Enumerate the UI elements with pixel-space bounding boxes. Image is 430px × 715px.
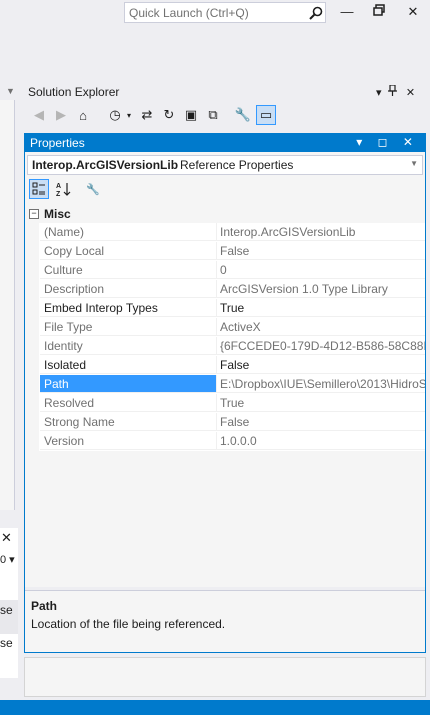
property-name: Identity [40,337,217,355]
minimize-button[interactable]: — [336,3,358,21]
property-grid-empty-area [25,453,425,587]
property-row[interactable]: Version 1.0.0.0 [25,432,425,451]
restore-button[interactable] [368,3,390,21]
chevron-down-icon[interactable]: ▾ [120,106,138,124]
property-row[interactable]: Strong Name False [25,413,425,432]
search-icon[interactable] [308,5,324,21]
svg-text:Z: Z [56,191,61,197]
close-window-button[interactable]: ✕ [402,3,424,21]
property-row[interactable]: Isolated False [25,356,425,375]
solution-explorer-header-buttons[interactable]: ▾ ✕ [376,84,415,99]
lower-docked-panel [24,657,426,697]
property-name: Resolved [40,394,217,412]
property-value[interactable]: True [217,394,425,412]
alphabetical-icon[interactable]: AZ [53,179,73,199]
property-value[interactable]: 0 [217,261,425,279]
property-value[interactable]: False [217,356,425,374]
property-name: Path [40,375,217,393]
properties-titlebar[interactable]: Properties ▾ ◻ ✕ [25,134,425,152]
properties-icon[interactable]: 🔧 [234,106,252,124]
properties-window: Properties ▾ ◻ ✕ Interop.ArcGISVersionLi… [24,133,426,653]
close-icon[interactable]: ✕ [406,87,415,99]
property-name: Copy Local [40,242,217,260]
property-value[interactable]: Interop.ArcGISVersionLib [217,223,425,241]
chevron-down-icon[interactable]: ▼ [410,159,418,168]
property-row[interactable]: Culture 0 [25,261,425,280]
forward-icon[interactable]: ▶ [52,106,70,124]
property-value[interactable]: False [217,413,425,431]
property-name: (Name) [40,223,217,241]
property-row[interactable]: (Name) Interop.ArcGISVersionLib [25,223,425,242]
show-all-files-icon[interactable]: ⧉ [204,106,222,124]
svg-text:A: A [56,183,61,190]
property-value[interactable]: 1.0.0.0 [217,432,425,450]
property-value[interactable]: E:\Dropbox\IUE\Semillero\2013\HidroS [217,375,425,393]
property-row-selected[interactable]: Path E:\Dropbox\IUE\Semillero\2013\HidroS [25,375,425,394]
object-name: Interop.ArcGISVersionLib [32,158,179,172]
properties-title-buttons[interactable]: ▾ ◻ ✕ [356,135,419,149]
property-row[interactable]: Copy Local False [25,242,425,261]
property-name: Strong Name [40,413,217,431]
left-panel-cell[interactable]: se [0,600,18,634]
restore-icon [373,4,385,16]
collapse-all-icon[interactable]: ▣ [182,106,200,124]
property-pages-icon[interactable]: 🔧 [83,179,103,199]
property-value[interactable]: ArcGISVersion 1.0 Type Library [217,280,425,298]
property-value[interactable]: ActiveX [217,318,425,336]
object-type: Reference Properties [180,158,294,172]
left-panel-dropdown[interactable]: 0 ▾ [0,553,15,566]
category-label: Misc [44,207,71,221]
left-panel-cell[interactable]: se [0,636,13,650]
property-name: Version [40,432,217,450]
description-pane: Path Location of the file being referenc… [25,590,425,652]
quick-launch-input[interactable] [129,3,299,22]
refresh-icon[interactable]: ↻ [160,106,178,124]
categorized-icon[interactable] [29,179,49,199]
property-value[interactable]: True [217,299,425,317]
property-name: Description [40,280,217,298]
description-title: Path [31,599,58,613]
property-row[interactable]: Resolved True [25,394,425,413]
property-grid: − Misc (Name) Interop.ArcGISVersionLib Co… [25,205,425,451]
properties-toolbar: AZ 🔧 [27,178,423,200]
property-name: Culture [40,261,217,279]
dropdown-icon[interactable]: ▾ [376,87,382,99]
preview-selected-icon[interactable]: ▭ [256,105,276,125]
object-selector[interactable]: Interop.ArcGISVersionLib Reference Prope… [27,155,423,175]
property-name: Embed Interop Types [40,299,217,317]
back-icon[interactable]: ◀ [30,106,48,124]
property-row[interactable]: Identity {6FCCEDE0-179D-4D12-B586-58C88D2… [25,337,425,356]
property-value[interactable]: {6FCCEDE0-179D-4D12-B586-58C88D26 [217,337,425,355]
status-bar [0,700,430,715]
solution-explorer-title: Solution Explorer [28,85,120,99]
property-row[interactable]: File Type ActiveX [25,318,425,337]
property-value[interactable]: False [217,242,425,260]
description-text: Location of the file being referenced. [31,617,226,631]
category-row[interactable]: − Misc [25,205,425,223]
pin-icon[interactable] [387,84,400,99]
property-name: Isolated [40,356,217,374]
quick-launch-box[interactable] [124,2,326,23]
left-scrollbar[interactable] [0,100,15,510]
chevron-down-icon[interactable]: ▼ [6,86,15,96]
properties-title: Properties [30,136,85,150]
property-row[interactable]: Embed Interop Types True [25,299,425,318]
collapse-icon[interactable]: − [29,209,39,219]
sync-icon[interactable]: ⇄ [138,106,156,124]
home-icon[interactable]: ⌂ [74,106,92,124]
property-row[interactable]: Description ArcGISVersion 1.0 Type Librar… [25,280,425,299]
left-panel-close-button[interactable]: ✕ [1,530,12,546]
property-name: File Type [40,318,217,336]
